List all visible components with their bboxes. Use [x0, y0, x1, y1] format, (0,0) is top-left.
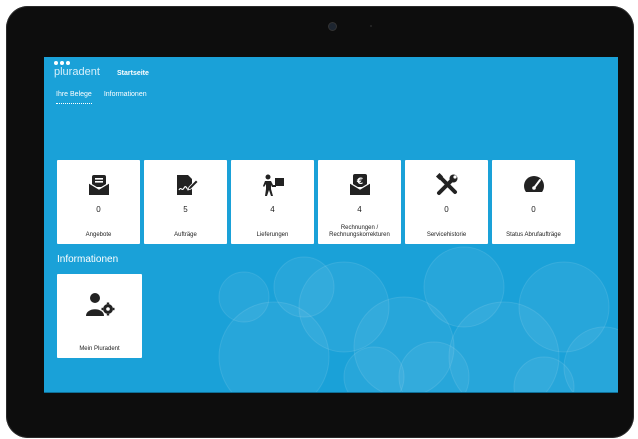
app-screen: pluradent Startseite Ihre Belege Informa…	[44, 57, 618, 393]
bottom-divider	[44, 392, 618, 393]
euro-envelope-icon: €	[349, 174, 370, 195]
tile-count: 4	[270, 205, 275, 214]
tile-mein-pluradent[interactable]: Mein Pluradent	[57, 274, 142, 358]
user-gear-icon	[85, 293, 114, 316]
tile-auftraege[interactable]: 5 Aufträge	[144, 160, 227, 244]
document-tiles: 0 Angebote 5 Aufträge 4 Lieferungen € 4 …	[57, 160, 575, 244]
camera-icon	[328, 22, 337, 31]
main-nav: Ihre Belege Informationen	[56, 91, 147, 104]
tile-count: 5	[183, 205, 188, 214]
page-title[interactable]: Startseite	[117, 70, 149, 77]
svg-text:€: €	[355, 177, 362, 187]
tile-label: Mein Pluradent	[79, 346, 120, 352]
tile-count: 4	[357, 205, 362, 214]
tile-label: Rechnungen / Rechnungskorrekturen	[329, 225, 390, 238]
section-title-informationen: Informationen	[57, 254, 119, 265]
nav-tab-ihre-belege[interactable]: Ihre Belege	[56, 91, 92, 104]
tile-label: Status Abrufaufträge	[506, 232, 561, 238]
tile-servicehistorie[interactable]: 0 Servicehistorie	[405, 160, 488, 244]
app-header: pluradent Startseite Ihre Belege Informa…	[44, 57, 618, 117]
tile-label: Servicehistorie	[426, 232, 467, 238]
logo-text: pluradent	[54, 66, 100, 78]
logo-dots-icon	[54, 61, 100, 65]
tile-rechnungen[interactable]: € 4 Rechnungen / Rechnungskorrekturen	[318, 160, 401, 244]
tablet-device: pluradent Startseite Ihre Belege Informa…	[6, 6, 634, 438]
gauge-icon	[523, 176, 544, 197]
signed-document-icon	[176, 175, 198, 195]
tile-count: 0	[444, 205, 449, 214]
tile-lieferungen[interactable]: 4 Lieferungen	[231, 160, 314, 244]
tools-icon	[435, 173, 457, 195]
tile-count: 0	[96, 205, 101, 214]
tile-label: Lieferungen	[256, 232, 289, 238]
tile-label: Aufträge	[174, 232, 197, 238]
tile-status-abrufauftraege[interactable]: 0 Status Abrufaufträge	[492, 160, 575, 244]
tile-count: 0	[531, 205, 536, 214]
tile-label: Angebote	[85, 232, 112, 238]
tile-angebote[interactable]: 0 Angebote	[57, 160, 140, 244]
pluradent-logo[interactable]: pluradent	[54, 61, 100, 78]
nav-tab-informationen[interactable]: Informationen	[104, 91, 147, 104]
delivery-person-icon	[262, 174, 284, 196]
sensor-dot	[370, 25, 372, 27]
envelope-document-icon	[88, 175, 109, 195]
